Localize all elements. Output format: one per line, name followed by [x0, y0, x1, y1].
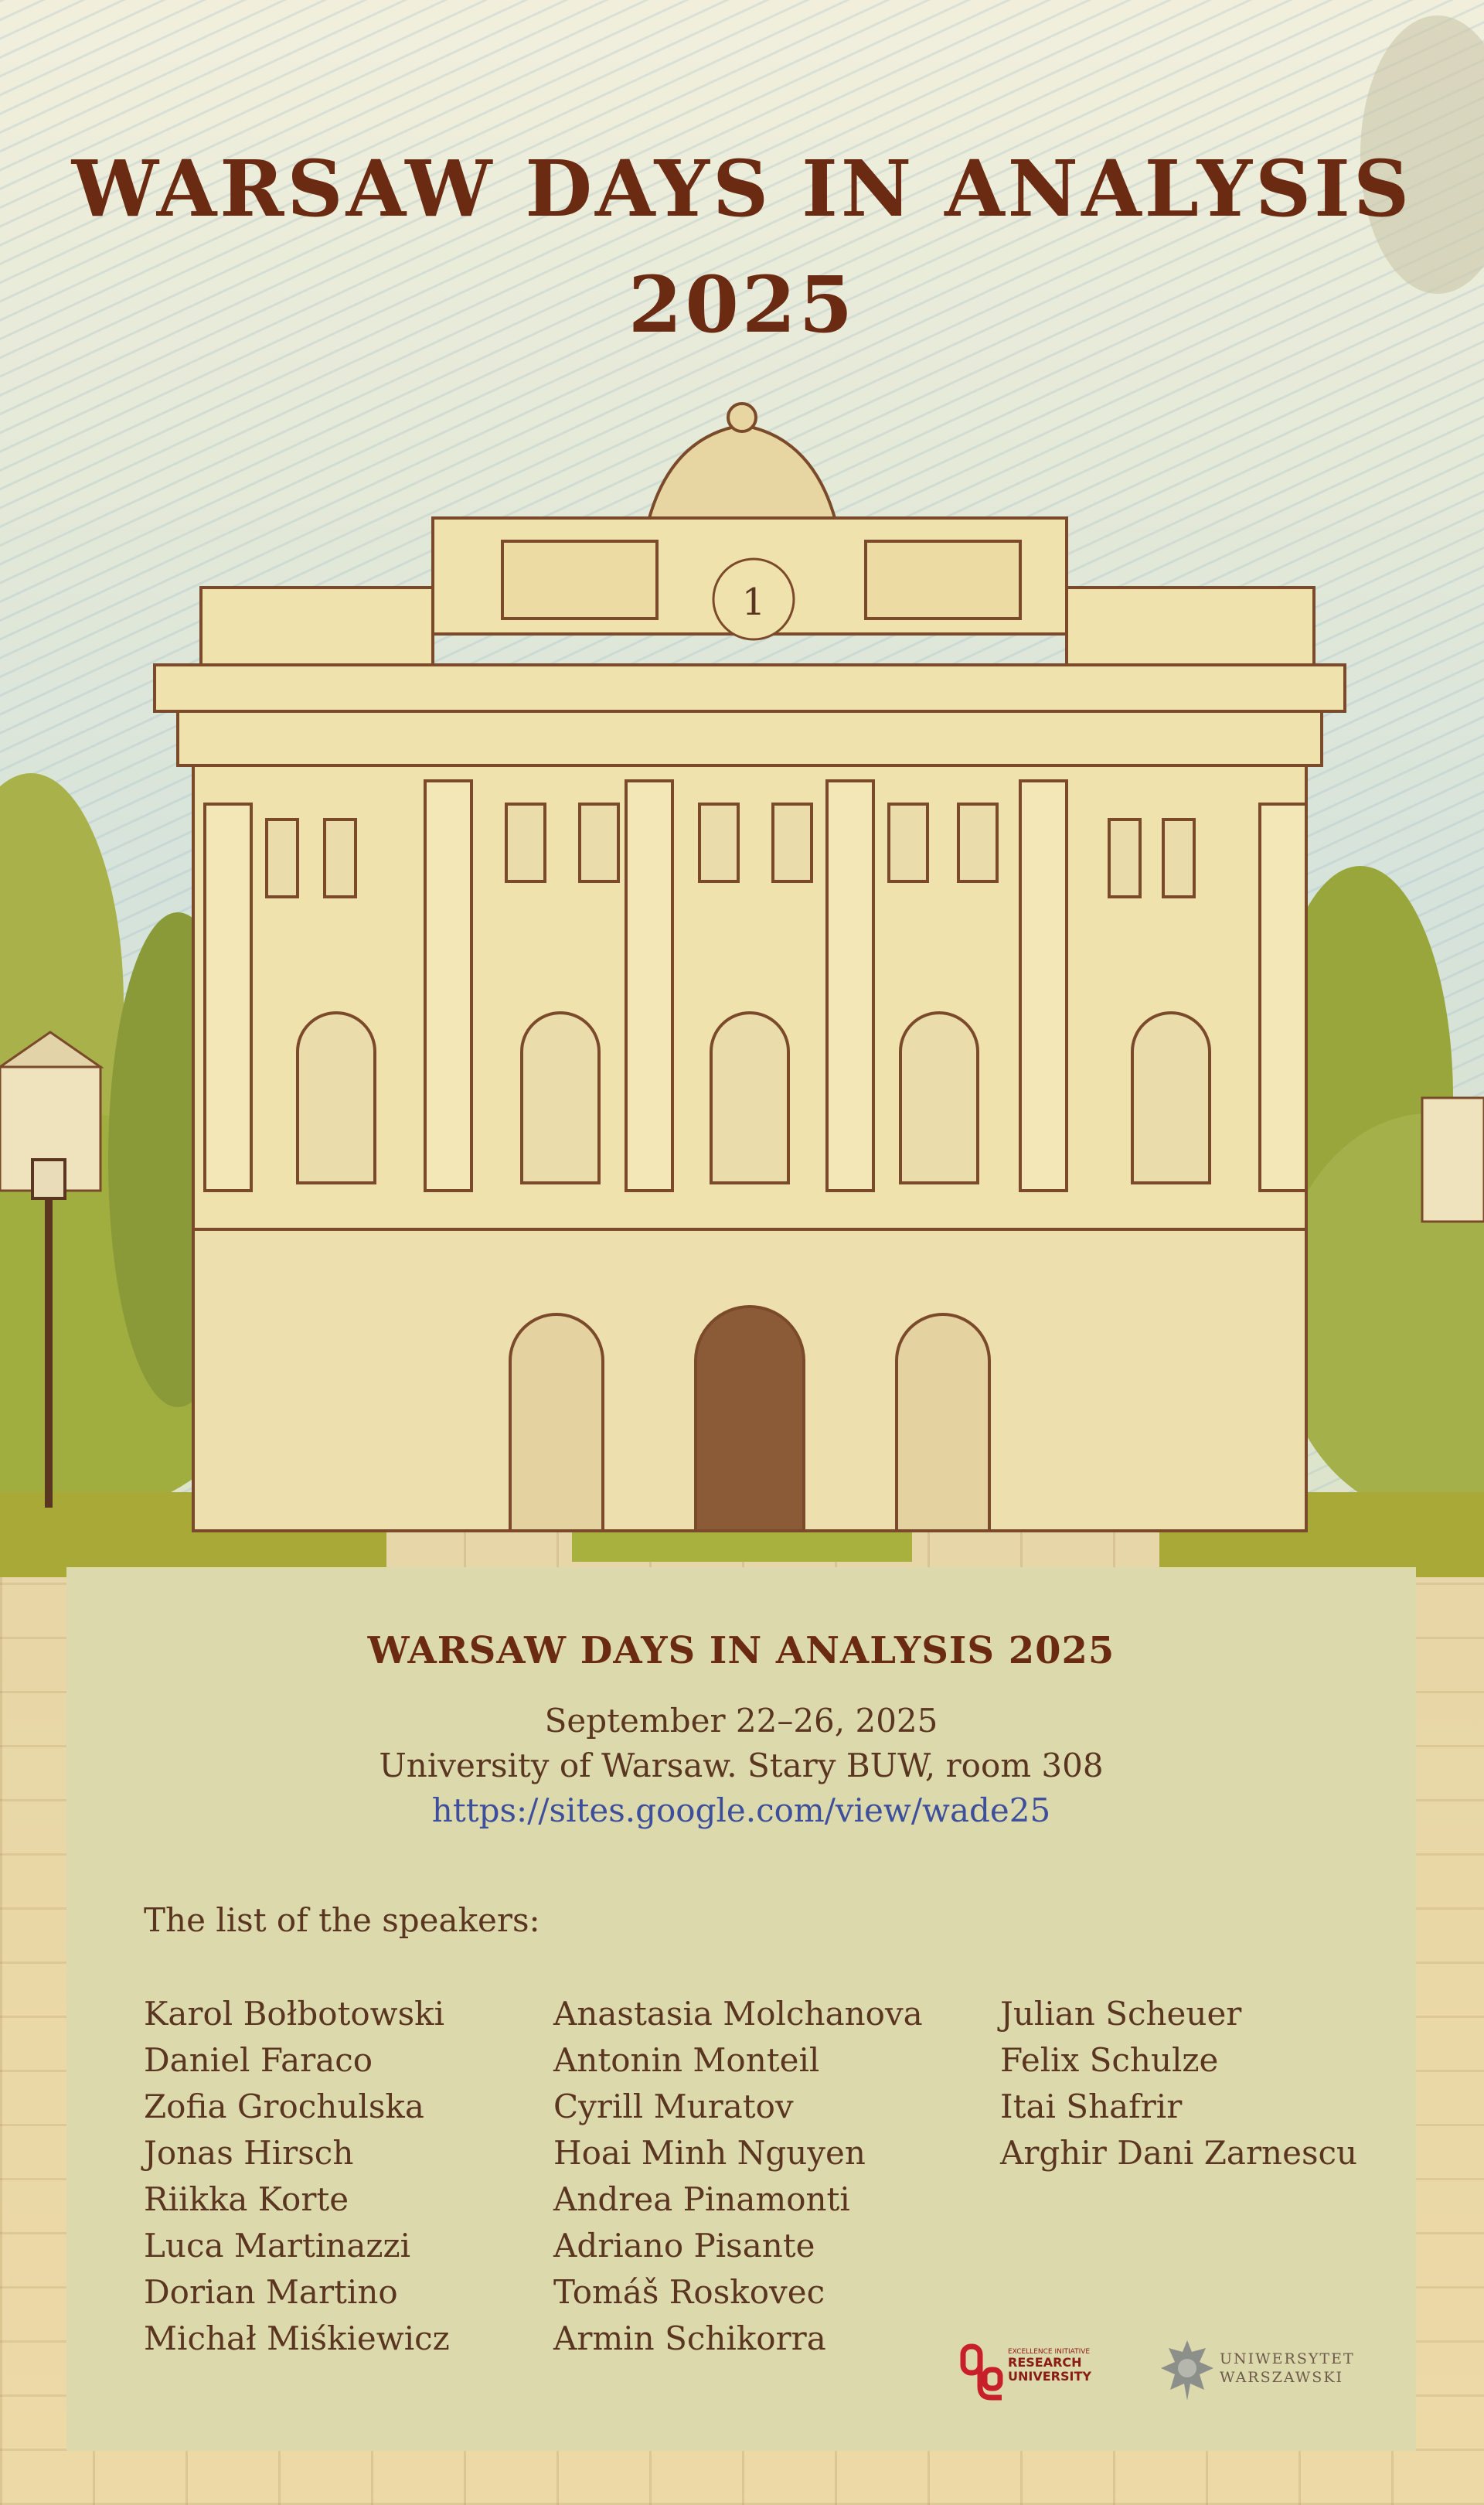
rru-line1: RESEARCH [1008, 2355, 1082, 2370]
speakers-column-2: Anastasia Molchanova Antonin Monteil Cyr… [553, 1991, 923, 2362]
uw-line1: UNIWERSYTET [1220, 2350, 1355, 2367]
uw-line2: WARSZAWSKI [1220, 2369, 1344, 2386]
speaker-name: Adriano Pisante [553, 2227, 815, 2265]
research-university-logo: EXCELLENCE INITIATIVE RESEARCH UNIVERSIT… [958, 2340, 1113, 2410]
clock: 1 [712, 557, 795, 641]
speaker-name: Armin Schikorra [553, 2319, 826, 2357]
speaker-name: Julian Scheuer [1000, 1995, 1242, 2033]
speaker-name: Arghir Dani Zarnescu [1000, 2134, 1358, 2172]
event-venue: University of Warsaw. Stary BUW, room 30… [379, 1747, 1104, 1784]
speaker-name: Riikka Korte [144, 2180, 349, 2218]
university-of-warsaw-logo: UNIWERSYTET WARSZAWSKI [1156, 2333, 1357, 2410]
speakers-heading: The list of the speakers: [144, 1901, 540, 1939]
speaker-name: Felix Schulze [1000, 2041, 1219, 2079]
speaker-name: Andrea Pinamonti [553, 2180, 850, 2218]
poster-title: WARSAW DAYS IN ANALYSIS [71, 143, 1413, 234]
panel-title: WARSAW DAYS IN ANALYSIS 2025 [367, 1629, 1115, 1672]
event-date: September 22–26, 2025 [544, 1702, 938, 1740]
speaker-name: Karol Bołbotowski [144, 1995, 445, 2033]
speaker-name: Itai Shafrir [1000, 2088, 1183, 2125]
university-of-warsaw-wordmark: UNIWERSYTET WARSZAWSKI [1220, 2350, 1355, 2387]
speaker-name: Cyrill Muratov [553, 2088, 794, 2125]
speaker-name: Daniel Faraco [144, 2041, 373, 2079]
speaker-name: Anastasia Molchanova [553, 1995, 923, 2033]
poster-year: 2025 [628, 259, 856, 350]
speaker-name: Michał Miśkiewicz [144, 2319, 450, 2357]
library-illustration: 1 [0, 15, 1484, 1577]
eagle-emblem-icon [1161, 2340, 1213, 2401]
speakers-column-3: Julian Scheuer Felix Schulze Itai Shafri… [1000, 1991, 1357, 2176]
speaker-name: Antonin Monteil [553, 2041, 820, 2079]
clock-numeral: 1 [742, 581, 766, 624]
speaker-name: Tomáš Roskovec [553, 2273, 825, 2311]
rru-line2: UNIVERSITY [1008, 2369, 1091, 2384]
research-university-wordmark: EXCELLENCE INITIATIVE RESEARCH UNIVERSIT… [1008, 2348, 1091, 2384]
speaker-name: Luca Martinazzi [144, 2227, 411, 2265]
event-website-link[interactable]: https://sites.google.com/view/wade25 [66, 1791, 1416, 1829]
research-university-icon [960, 2343, 1003, 2401]
speaker-name: Dorian Martino [144, 2273, 398, 2311]
speaker-name: Hoai Minh Nguyen [553, 2134, 866, 2172]
speaker-name: Jonas Hirsch [144, 2134, 354, 2172]
speakers-column-1: Karol Bołbotowski Daniel Faraco Zofia Gr… [144, 1991, 450, 2362]
info-panel: WARSAW DAYS IN ANALYSIS 2025 September 2… [66, 1567, 1416, 2451]
speaker-name: Zofia Grochulska [144, 2088, 424, 2125]
